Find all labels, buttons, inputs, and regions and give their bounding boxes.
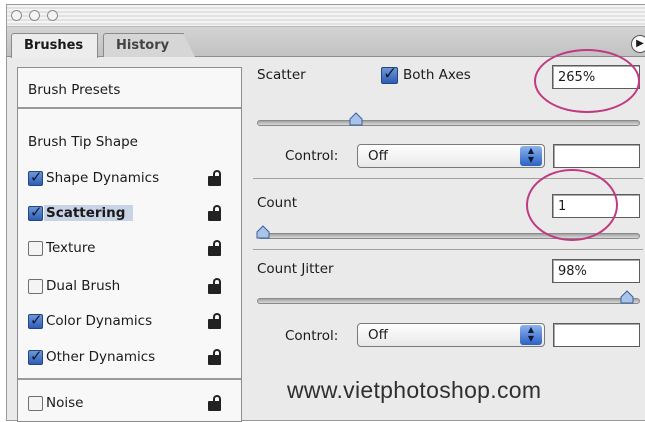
list-item-label: Other Dynamics — [46, 349, 156, 365]
brushes-palette-window: Brushes History ▶ Brush Presets Brush Ti… — [6, 4, 645, 422]
lock-icon[interactable] — [208, 240, 222, 256]
list-item-noise[interactable]: Noise — [18, 389, 241, 417]
scatter-slider[interactable] — [257, 120, 640, 126]
list-item-label: Shape Dynamics — [46, 170, 160, 186]
list-item-label: Scattering — [44, 205, 134, 221]
watermark-text: www.vietphotoshop.com — [287, 377, 542, 403]
count-jitter-control-select[interactable]: Off ▲ ▼ — [357, 323, 545, 347]
list-item-label: Color Dynamics — [46, 313, 153, 329]
scatter-slider-thumb[interactable] — [349, 112, 363, 126]
close-window-button[interactable] — [11, 10, 22, 21]
scatter-label: Scatter — [257, 67, 306, 83]
minimize-window-button[interactable] — [29, 10, 40, 21]
brush-tip-shape-item[interactable]: Brush Tip Shape — [18, 128, 241, 156]
lock-icon[interactable] — [208, 349, 222, 365]
lock-icon[interactable] — [208, 313, 222, 329]
count-jitter-label: Count Jitter — [257, 261, 334, 277]
list-item-color-dynamics[interactable]: Color Dynamics — [18, 307, 241, 335]
list-item-other-dynamics[interactable]: Other Dynamics — [18, 343, 241, 371]
both-axes-checkbox[interactable] — [381, 64, 398, 84]
list-item-texture[interactable]: Texture — [18, 234, 241, 262]
count-jitter-control-amount-field[interactable] — [553, 323, 640, 347]
list-item-label: Texture — [46, 240, 96, 256]
list-item-scattering[interactable]: Scattering — [18, 199, 241, 227]
list-item-dual-brush[interactable]: Dual Brush — [18, 272, 241, 300]
count-jitter-control-label: Control: — [285, 328, 339, 344]
tab-history[interactable]: History — [103, 33, 196, 57]
updown-arrows-icon: ▲ ▼ — [520, 325, 542, 345]
both-axes-label: Both Axes — [403, 67, 471, 83]
tab-brushes[interactable]: Brushes — [11, 33, 99, 58]
lock-icon[interactable] — [208, 395, 222, 411]
highlight-circle — [534, 49, 640, 113]
highlight-circle — [526, 169, 618, 241]
count-jitter-slider[interactable] — [257, 298, 640, 304]
lock-icon[interactable] — [208, 170, 222, 186]
dual-brush-checkbox[interactable] — [28, 279, 43, 294]
list-item-label: Dual Brush — [46, 278, 121, 294]
scatter-control-amount-field[interactable] — [553, 144, 640, 168]
scatter-control-label: Control: — [285, 148, 339, 164]
shape-dynamics-checkbox[interactable] — [28, 168, 43, 186]
texture-checkbox[interactable] — [28, 241, 43, 256]
count-slider-thumb[interactable] — [256, 225, 270, 239]
count-jitter-slider-thumb[interactable] — [620, 290, 634, 304]
lock-icon[interactable] — [208, 205, 222, 221]
scatter-control-select[interactable]: Off ▲ ▼ — [357, 144, 545, 168]
lock-icon[interactable] — [208, 278, 222, 294]
play-arrow-icon: ▶ — [636, 38, 644, 49]
noise-checkbox[interactable] — [28, 396, 43, 411]
count-jitter-control-value: Off — [368, 327, 388, 343]
list-item-shape-dynamics[interactable]: Shape Dynamics — [18, 164, 241, 192]
section-divider — [253, 249, 643, 250]
palette-menu-button[interactable]: ▶ — [631, 35, 645, 53]
zoom-window-button[interactable] — [47, 10, 58, 21]
brush-presets-item[interactable]: Brush Presets — [18, 68, 241, 109]
other-dynamics-checkbox[interactable] — [28, 347, 43, 365]
list-item-label: Noise — [46, 395, 84, 411]
title-bar — [7, 5, 645, 27]
list-divider — [18, 378, 241, 380]
scattering-checkbox[interactable] — [28, 203, 43, 221]
scatter-control-value: Off — [368, 148, 388, 164]
tab-strip: Brushes History ▶ — [7, 27, 645, 58]
count-label: Count — [257, 195, 298, 211]
list-item-label: Brush Tip Shape — [28, 134, 138, 150]
brush-settings-list: Brush Presets Brush Tip Shape Shape Dyna… — [17, 67, 242, 422]
updown-arrows-icon: ▲ ▼ — [520, 146, 542, 166]
count-jitter-value-field[interactable]: 98% — [552, 259, 640, 283]
color-dynamics-checkbox[interactable] — [28, 311, 43, 329]
